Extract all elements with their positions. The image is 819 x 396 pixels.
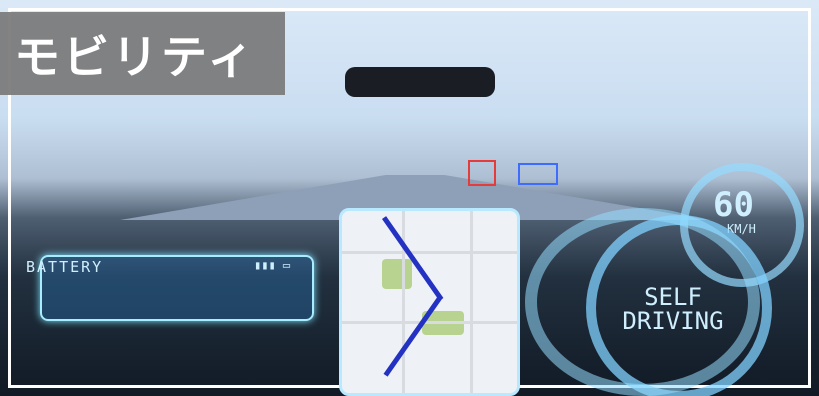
speed-value: 60	[713, 185, 754, 225]
title-banner: モビリティ	[0, 12, 285, 95]
navigation-map-tablet	[339, 208, 520, 396]
map-road-4	[470, 211, 473, 393]
battery-indicator-icon: ▮▮▮ ▭	[254, 258, 291, 272]
page-title: モビリティ	[14, 29, 257, 84]
battery-label: BATTERY	[26, 258, 104, 276]
mobility-hero-image: モビリティ BATTERY ▮▮▮ ▭ 60 KM/H SELF DRIVING	[0, 0, 819, 396]
map-park-1	[382, 259, 412, 289]
steering-wheel	[525, 208, 760, 396]
map-route-line-2	[383, 296, 443, 377]
map-road-1	[342, 251, 517, 254]
map-road-2	[342, 321, 517, 324]
